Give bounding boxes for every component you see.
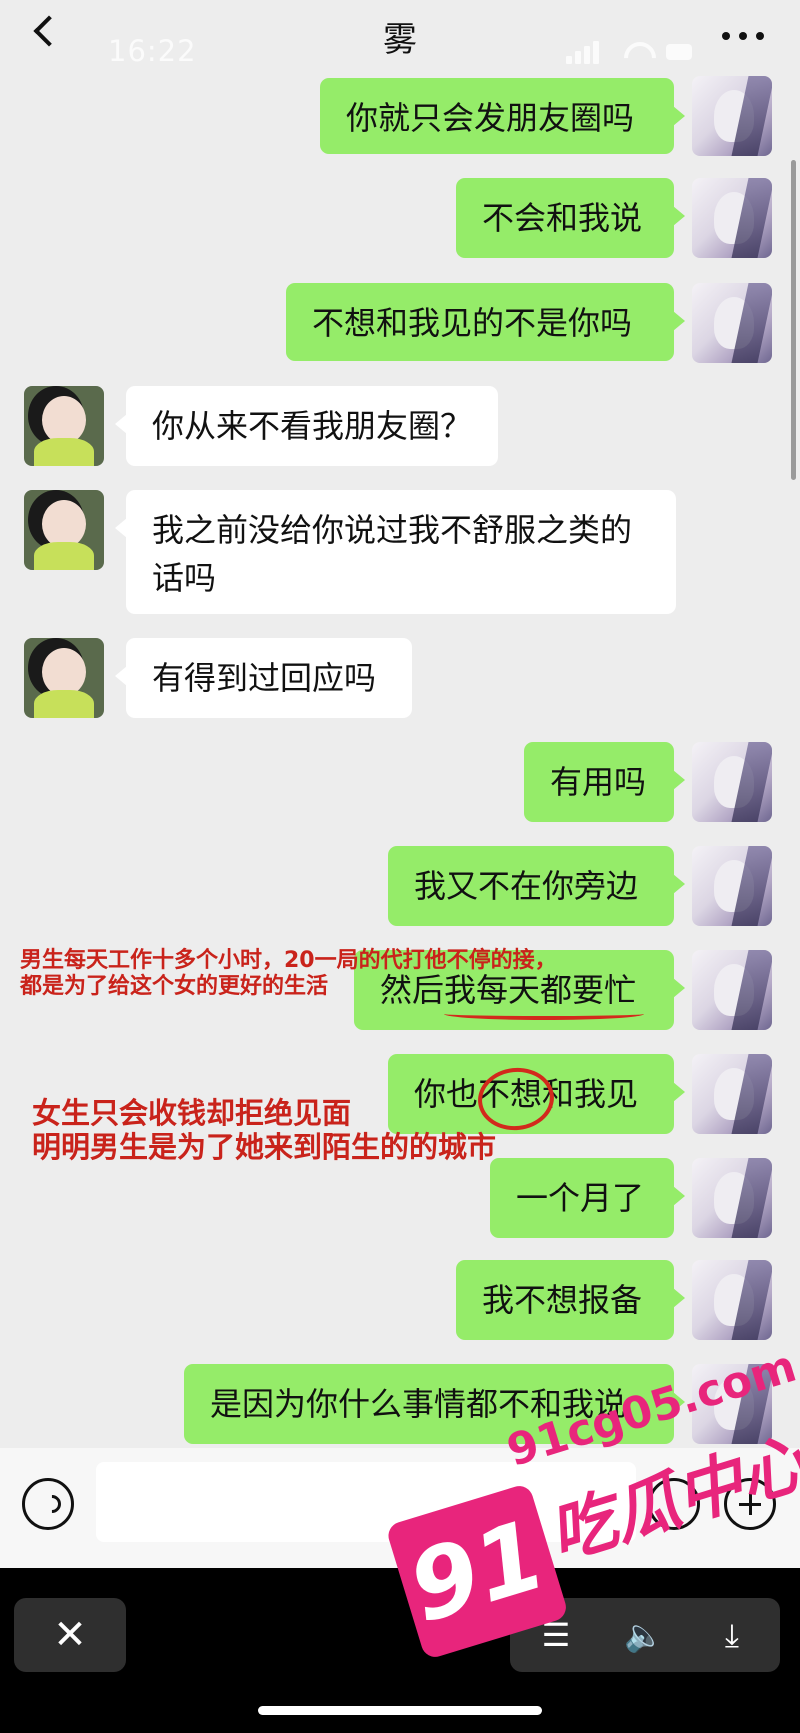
outgoing-message-bubble[interactable]: 一个月了: [490, 1158, 685, 1238]
close-button[interactable]: ✕: [14, 1598, 126, 1672]
more-options-icon[interactable]: [722, 16, 768, 56]
contact-avatar[interactable]: [24, 386, 104, 466]
voice-input-icon[interactable]: [22, 1478, 74, 1530]
signal-bar-icon: [575, 51, 581, 64]
incoming-message-bubble[interactable]: 有得到过回应吗: [115, 638, 412, 718]
my-avatar[interactable]: [692, 283, 772, 363]
outgoing-message-bubble[interactable]: 我不想报备: [456, 1260, 685, 1340]
wifi-icon: [622, 40, 650, 62]
chat-header: 16:22 雾: [0, 0, 800, 76]
incoming-message-bubble[interactable]: 你从来不看我朋友圈？: [115, 386, 498, 466]
download-icon[interactable]: ⤓: [692, 1598, 772, 1672]
my-avatar[interactable]: [692, 742, 772, 822]
outgoing-message-bubble[interactable]: 你就只会发朋友圈吗: [320, 78, 685, 154]
outgoing-message-bubble[interactable]: 我又不在你旁边: [388, 846, 685, 926]
outgoing-message-bubble[interactable]: 不想和我见的不是你吗: [286, 283, 685, 361]
outgoing-message-bubble[interactable]: 有用吗: [524, 742, 685, 822]
my-avatar[interactable]: [692, 846, 772, 926]
watermark-badge: 91: [385, 1482, 570, 1661]
annotation-underline: [444, 1008, 644, 1020]
signal-bar-icon: [584, 46, 590, 64]
incoming-message-bubble[interactable]: 我之前没给你说过我不舒服之类的 话吗: [115, 490, 676, 614]
my-avatar[interactable]: [692, 1158, 772, 1238]
signal-bar-icon: [566, 56, 572, 64]
outgoing-message-bubble[interactable]: 不会和我说: [456, 178, 685, 258]
annotation-note: 明明男生是为了她来到陌生的的城市: [32, 1130, 497, 1164]
home-indicator: [258, 1706, 542, 1715]
status-icons: [566, 40, 696, 64]
battery-icon: [666, 44, 692, 60]
annotation-note: 都是为了给这个女的更好的生活: [20, 974, 329, 999]
signal-bar-icon: [593, 41, 599, 64]
my-avatar[interactable]: [692, 76, 772, 156]
my-avatar[interactable]: [692, 178, 772, 258]
contact-avatar[interactable]: [24, 490, 104, 570]
my-avatar[interactable]: [692, 1054, 772, 1134]
scrollbar[interactable]: [791, 160, 796, 480]
contact-avatar[interactable]: [24, 638, 104, 718]
my-avatar[interactable]: [692, 950, 772, 1030]
